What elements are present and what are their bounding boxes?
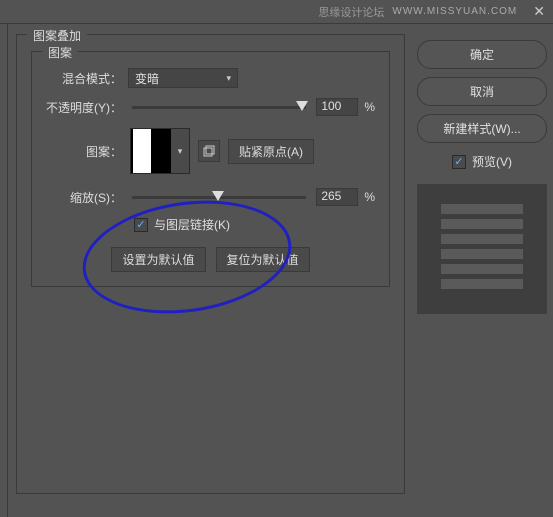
left-divider xyxy=(0,24,8,517)
preview-stripe xyxy=(441,279,523,289)
snap-origin-button[interactable]: 贴紧原点(A) xyxy=(228,139,314,164)
chevron-down-icon: ▾ xyxy=(226,73,231,84)
panel-title: 图案叠加 xyxy=(27,27,87,44)
site-name: 思缘设计论坛 xyxy=(318,4,384,20)
scale-slider[interactable] xyxy=(132,196,306,199)
link-layer-label: 与图层链接(K) xyxy=(154,216,230,233)
check-icon xyxy=(454,155,463,168)
preview-stripe xyxy=(441,264,523,274)
ok-button[interactable]: 确定 xyxy=(417,40,547,69)
preview-stripe xyxy=(441,219,523,229)
set-default-button[interactable]: 设置为默认值 xyxy=(111,247,205,272)
scale-percent: % xyxy=(364,190,375,204)
reset-default-button[interactable]: 复位为默认值 xyxy=(216,247,310,272)
chevron-down-icon: ▾ xyxy=(171,146,189,157)
preview-checkbox[interactable] xyxy=(452,155,466,169)
sidebar: 确定 取消 新建样式(W)... 预览(V) xyxy=(417,34,547,494)
inner-title: 图案 xyxy=(42,44,78,61)
opacity-input[interactable]: 100 xyxy=(316,98,358,116)
site-url: WWW.MISSYUAN.COM xyxy=(392,6,517,17)
opacity-percent: % xyxy=(364,100,375,114)
preview-stripe xyxy=(441,249,523,259)
preview-stripe xyxy=(441,204,523,214)
pattern-inner-panel: 图案 混合模式： 变暗 ▾ 不透明度(Y)： 100 % 图案： xyxy=(31,51,390,287)
link-layer-checkbox[interactable] xyxy=(134,218,148,232)
preview-check-row: 预览(V) xyxy=(417,153,547,170)
scale-thumb[interactable] xyxy=(212,191,224,201)
pattern-picker[interactable]: ▾ xyxy=(130,128,190,174)
scale-label: 缩放(S)： xyxy=(46,189,122,206)
blend-mode-select[interactable]: 变暗 ▾ xyxy=(128,68,238,88)
blend-mode-value: 变暗 xyxy=(135,70,159,87)
opacity-thumb[interactable] xyxy=(296,101,308,111)
opacity-slider[interactable] xyxy=(132,106,306,109)
preview-thumbnail xyxy=(417,184,547,314)
close-icon[interactable]: ✕ xyxy=(533,3,545,20)
scale-input[interactable]: 265 xyxy=(316,188,358,206)
header-bar: 思缘设计论坛 WWW.MISSYUAN.COM ✕ xyxy=(0,0,553,24)
check-icon xyxy=(136,218,145,231)
new-pattern-icon[interactable] xyxy=(198,140,220,162)
pattern-label: 图案： xyxy=(46,143,122,160)
pattern-swatch xyxy=(131,129,171,173)
pattern-swatch-stripe xyxy=(133,129,151,173)
new-style-button[interactable]: 新建样式(W)... xyxy=(417,114,547,143)
cancel-button[interactable]: 取消 xyxy=(417,77,547,106)
preview-stripe xyxy=(441,234,523,244)
pattern-overlay-panel: 图案叠加 图案 混合模式： 变暗 ▾ 不透明度(Y)： 100 % 图案： xyxy=(16,34,405,494)
opacity-label: 不透明度(Y)： xyxy=(46,99,122,116)
preview-label: 预览(V) xyxy=(472,153,512,170)
blend-mode-label: 混合模式： xyxy=(46,70,122,87)
